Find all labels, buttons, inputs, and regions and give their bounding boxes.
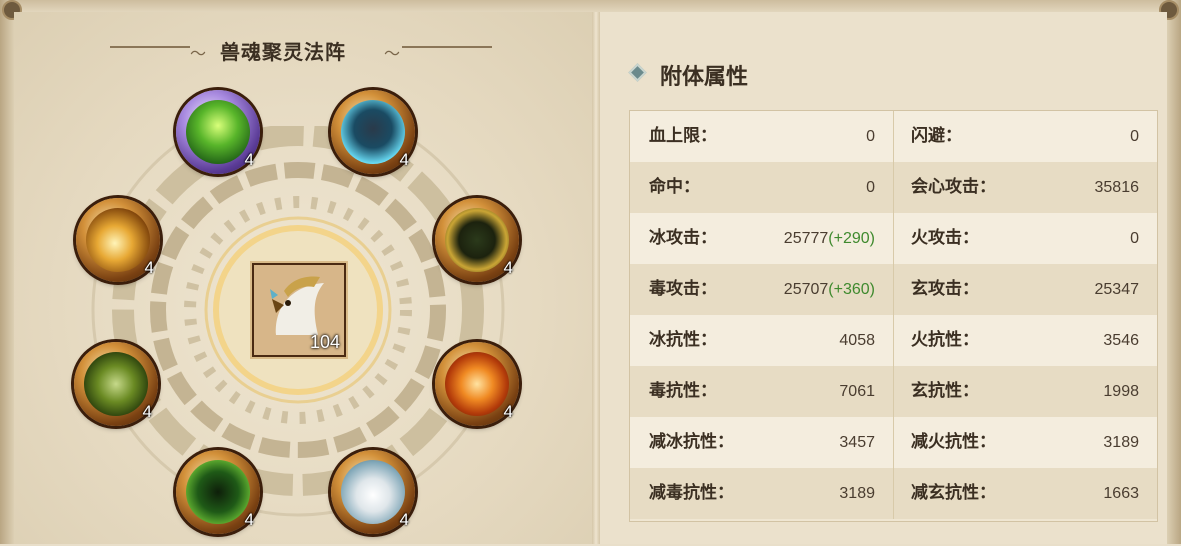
- title-swirl-icon: 〜: [190, 44, 207, 63]
- attr-label: 玄抗性：: [911, 381, 979, 401]
- lightning-beast-icon: [341, 100, 405, 164]
- table-row: 毒抗性： 7061 玄抗性： 1998: [630, 366, 1157, 417]
- attr-label: 命中：: [649, 177, 700, 197]
- panel-divider: [592, 12, 600, 544]
- attr-label: 玄攻击：: [911, 279, 979, 299]
- attr-value: 0: [1130, 230, 1139, 247]
- attr-label: 火抗性：: [911, 330, 979, 350]
- attr-value: 35816: [1094, 179, 1140, 196]
- column-divider: [893, 366, 894, 417]
- table-row: 冰抗性： 4058 火抗性： 3546: [630, 315, 1157, 366]
- beast-soul-slot[interactable]: 4: [435, 198, 519, 282]
- attr-value: 0: [866, 128, 875, 145]
- attr-label: 会心攻击：: [911, 177, 996, 197]
- beast-soul-slot[interactable]: 4: [435, 342, 519, 426]
- attr-label: 减毒抗性：: [649, 483, 734, 503]
- table-row: 减毒抗性： 3189 减玄抗性： 1663: [630, 468, 1157, 519]
- attr-label: 减冰抗性：: [649, 432, 734, 452]
- attr-label: 闪避：: [911, 126, 962, 146]
- snow-beast-icon: [341, 460, 405, 524]
- column-divider: [893, 468, 894, 519]
- slot-level: 4: [142, 402, 152, 421]
- table-row: 冰攻击： 25777(+290) 火攻击： 0: [630, 213, 1157, 264]
- beast-soul-slot[interactable]: 4: [76, 198, 160, 282]
- window-frame-right: [1167, 0, 1181, 544]
- attr-label: 冰抗性：: [649, 330, 717, 350]
- attr-label: 毒抗性：: [649, 381, 717, 401]
- attr-value: 3546: [1103, 332, 1139, 349]
- green-leaf-beast-icon: [186, 100, 250, 164]
- attr-label: 火攻击：: [911, 228, 979, 248]
- attr-value: 3189: [839, 485, 875, 502]
- column-divider: [893, 264, 894, 315]
- attr-label: 毒攻击：: [649, 279, 717, 299]
- table-row: 命中： 0 会心攻击： 35816: [630, 162, 1157, 213]
- slot-level: 4: [244, 510, 254, 529]
- beast-soul-slot[interactable]: 4: [331, 90, 415, 174]
- column-divider: [893, 111, 894, 162]
- table-row: 减冰抗性： 3457 减火抗性： 3189: [630, 417, 1157, 468]
- attr-value: 3189: [1103, 434, 1139, 451]
- slot-level: 4: [399, 150, 409, 169]
- title-swirl-icon: 〜: [384, 44, 401, 63]
- main-beast-level: 104: [309, 332, 340, 352]
- table-row: 血上限： 0 闪避： 0: [630, 111, 1157, 162]
- attr-label: 血上限：: [649, 126, 717, 146]
- golden-crest-icon: [86, 208, 150, 272]
- title-ornament-line: [402, 46, 492, 48]
- attr-label: 冰攻击：: [649, 228, 717, 248]
- dark-crack-beast-icon: [445, 208, 509, 272]
- fire-vortex-icon: [445, 352, 509, 416]
- slot-level: 4: [244, 150, 254, 169]
- beast-soul-slot[interactable]: 4: [176, 450, 260, 534]
- attr-label: 减玄抗性：: [911, 483, 996, 503]
- column-divider: [893, 162, 894, 213]
- column-divider: [893, 315, 894, 366]
- attribute-table: 血上限： 0 闪避： 0 命中： 0 会心攻击： 35816 冰攻击： 2577…: [629, 110, 1158, 522]
- beast-soul-slot[interactable]: 4: [176, 90, 260, 174]
- window-frame-left: [0, 0, 14, 544]
- slot-level: 4: [503, 402, 513, 421]
- attr-value: 25777(+290): [783, 230, 875, 247]
- attr-value: 1998: [1103, 383, 1139, 400]
- beast-soul-slot[interactable]: 4: [331, 450, 415, 534]
- attr-value: 3457: [839, 434, 875, 451]
- title-ornament-line: [110, 46, 190, 48]
- slot-level: 4: [503, 258, 513, 277]
- attr-value: 0: [1130, 128, 1139, 145]
- column-divider: [893, 417, 894, 468]
- attr-value: 25707(+360): [783, 281, 875, 298]
- window-frame-top: [0, 0, 1181, 12]
- slot-level: 4: [399, 510, 409, 529]
- slot-level: 4: [144, 258, 154, 277]
- green-skull-icon: [84, 352, 148, 416]
- attr-value: 4058: [839, 332, 875, 349]
- green-shadow-beast-icon: [186, 460, 250, 524]
- table-row: 毒攻击： 25707(+360) 玄攻击： 25347: [630, 264, 1157, 315]
- attr-value: 7061: [839, 383, 875, 400]
- attr-value: 25347: [1094, 281, 1140, 298]
- attr-label: 减火抗性：: [911, 432, 996, 452]
- beast-soul-slot[interactable]: 4: [74, 342, 158, 426]
- attr-value: 0: [866, 179, 875, 196]
- main-beast-card[interactable]: 104: [252, 263, 346, 357]
- attr-value: 1663: [1103, 485, 1139, 502]
- formation-title: 兽魂聚灵法阵: [220, 40, 346, 64]
- column-divider: [893, 213, 894, 264]
- attribute-section-title: 附体属性: [660, 65, 749, 90]
